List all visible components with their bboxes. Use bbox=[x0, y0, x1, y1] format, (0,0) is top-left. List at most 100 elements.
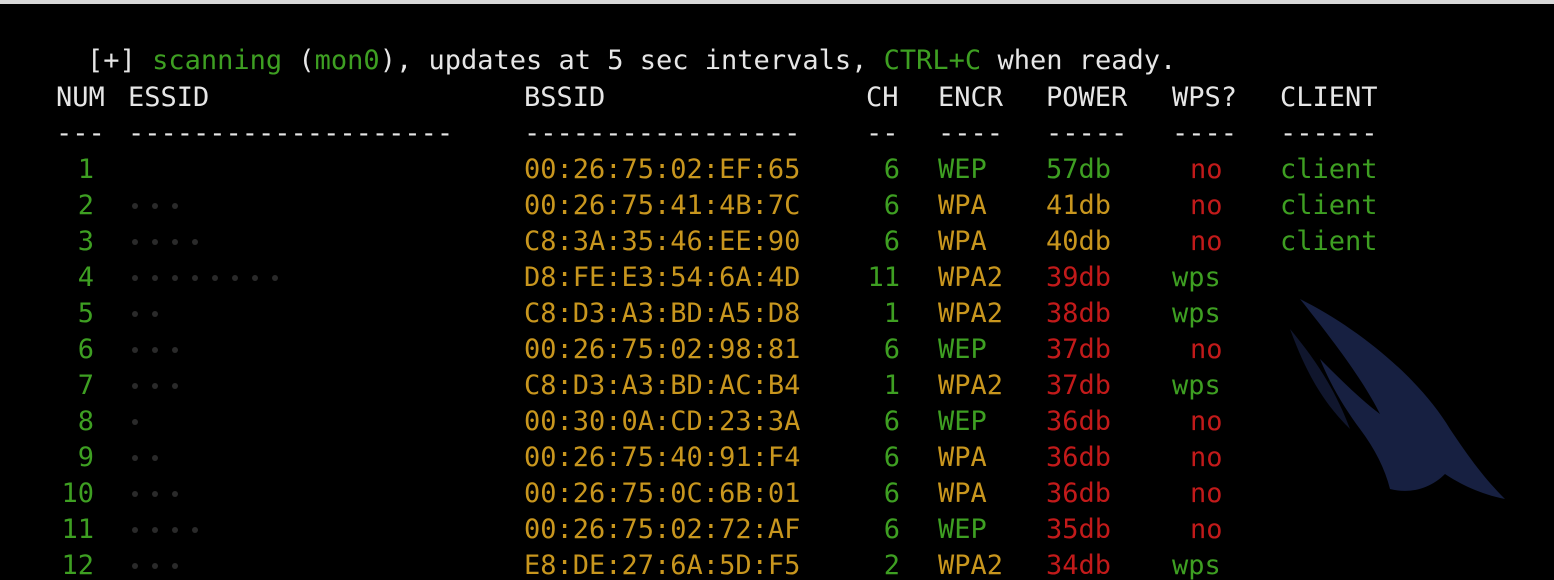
table-row: 12 E8:DE:27:6A:5D:F5 2 WPA2 34db wps bbox=[0, 548, 1554, 580]
row-power: 41db bbox=[1046, 190, 1112, 221]
row-channel: 1 bbox=[883, 370, 900, 401]
row-wps: no bbox=[1190, 226, 1223, 257]
table-row: 11 00:26:75:02:72:AF 6 WEP 35db no bbox=[0, 512, 1554, 548]
row-encryption: WPA bbox=[938, 190, 987, 221]
essid-redacted bbox=[132, 188, 178, 224]
header-num: NUM bbox=[56, 82, 105, 113]
separator-wps: ---- bbox=[1172, 118, 1238, 149]
table-row: 3 C8:3A:35:46:EE:90 6 WPA 40db no client bbox=[0, 224, 1554, 260]
row-encryption: WPA bbox=[938, 478, 987, 509]
header-power: POWER bbox=[1046, 82, 1128, 113]
row-client: client bbox=[1280, 154, 1378, 185]
header-client: CLIENT bbox=[1280, 82, 1378, 113]
row-channel: 6 bbox=[883, 226, 900, 257]
row-channel: 6 bbox=[883, 406, 900, 437]
status-mid: ), updates at 5 sec intervals, bbox=[379, 45, 868, 76]
row-num: 3 bbox=[77, 226, 94, 257]
row-channel: 6 bbox=[883, 154, 900, 185]
row-encryption: WPA bbox=[938, 226, 987, 257]
row-bssid: 00:26:75:41:4B:7C bbox=[524, 190, 801, 221]
table-row: 4 D8:FE:E3:54:6A:4D 11 WPA2 39db wps bbox=[0, 260, 1554, 296]
table-separator: --- -------------------- ---------------… bbox=[0, 116, 1554, 152]
row-encryption: WEP bbox=[938, 154, 987, 185]
row-power: 34db bbox=[1046, 550, 1112, 580]
row-wps: no bbox=[1190, 334, 1223, 365]
row-power: 38db bbox=[1046, 298, 1112, 329]
row-num: 5 bbox=[77, 298, 94, 329]
table-row: 6 00:26:75:02:98:81 6 WEP 37db no bbox=[0, 332, 1554, 368]
row-wps: no bbox=[1190, 190, 1223, 221]
table-row: 8 00:30:0A:CD:23:3A 6 WEP 36db no bbox=[0, 404, 1554, 440]
essid-redacted bbox=[132, 260, 278, 296]
row-power: 37db bbox=[1046, 334, 1112, 365]
header-ch: CH bbox=[866, 82, 899, 113]
essid-redacted bbox=[132, 548, 178, 580]
row-num: 1 bbox=[77, 154, 94, 185]
row-wps: wps bbox=[1172, 370, 1221, 401]
row-bssid: 00:26:75:0C:6B:01 bbox=[524, 478, 801, 509]
row-bssid: 00:26:75:02:72:AF bbox=[524, 514, 801, 545]
essid-redacted bbox=[132, 296, 158, 332]
essid-redacted bbox=[132, 440, 158, 476]
row-channel: 6 bbox=[883, 514, 900, 545]
row-power: 36db bbox=[1046, 406, 1112, 437]
row-num: 12 bbox=[61, 550, 94, 580]
row-power: 36db bbox=[1046, 442, 1112, 473]
row-channel: 6 bbox=[883, 334, 900, 365]
row-bssid: C8:D3:A3:BD:AC:B4 bbox=[524, 370, 801, 401]
row-channel: 11 bbox=[867, 262, 900, 293]
row-channel: 2 bbox=[883, 550, 900, 580]
row-encryption: WPA2 bbox=[938, 298, 1004, 329]
essid-redacted bbox=[132, 368, 178, 404]
table-row: 9 00:26:75:40:91:F4 6 WPA 36db no bbox=[0, 440, 1554, 476]
status-suffix: when ready. bbox=[997, 45, 1177, 76]
row-num: 11 bbox=[61, 514, 94, 545]
separator-bssid: ----------------- bbox=[524, 118, 801, 149]
row-channel: 1 bbox=[883, 298, 900, 329]
terminal-window[interactable]: [+] scanning (mon0), updates at 5 sec in… bbox=[0, 4, 1554, 580]
separator-num: --- bbox=[56, 118, 105, 149]
separator-encr: ---- bbox=[938, 118, 1004, 149]
separator-power: ----- bbox=[1046, 118, 1128, 149]
row-encryption: WPA bbox=[938, 442, 987, 473]
row-num: 10 bbox=[61, 478, 94, 509]
table-row: 2 00:26:75:41:4B:7C 6 WPA 41db no client bbox=[0, 188, 1554, 224]
row-power: 36db bbox=[1046, 478, 1112, 509]
row-bssid: D8:FE:E3:54:6A:4D bbox=[524, 262, 801, 293]
row-power: 35db bbox=[1046, 514, 1112, 545]
row-wps: no bbox=[1190, 478, 1223, 509]
status-iface-open: ( bbox=[298, 45, 315, 76]
header-wps: WPS? bbox=[1172, 82, 1238, 113]
row-wps: wps bbox=[1172, 298, 1221, 329]
essid-redacted bbox=[132, 224, 198, 260]
row-channel: 6 bbox=[883, 478, 900, 509]
row-client: client bbox=[1280, 226, 1378, 257]
row-num: 4 bbox=[77, 262, 94, 293]
header-encr: ENCR bbox=[938, 82, 1004, 113]
row-client: client bbox=[1280, 190, 1378, 221]
row-encryption: WPA2 bbox=[938, 370, 1004, 401]
row-bssid: 00:30:0A:CD:23:3A bbox=[524, 406, 801, 437]
status-scanning: scanning bbox=[152, 45, 283, 76]
row-wps: no bbox=[1190, 442, 1223, 473]
row-bssid: C8:D3:A3:BD:A5:D8 bbox=[524, 298, 801, 329]
essid-redacted bbox=[132, 404, 138, 440]
status-ctrl-c: CTRL+C bbox=[883, 45, 982, 76]
table-row: 5 C8:D3:A3:BD:A5:D8 1 WPA2 38db wps bbox=[0, 296, 1554, 332]
essid-redacted bbox=[132, 332, 178, 368]
row-encryption: WEP bbox=[938, 406, 987, 437]
status-line: [+] scanning (mon0), updates at 5 sec in… bbox=[22, 7, 1176, 76]
row-power: 39db bbox=[1046, 262, 1112, 293]
row-num: 6 bbox=[77, 334, 94, 365]
row-wps: wps bbox=[1172, 262, 1221, 293]
row-power: 37db bbox=[1046, 370, 1112, 401]
row-bssid: C8:3A:35:46:EE:90 bbox=[524, 226, 801, 257]
row-bssid: E8:DE:27:6A:5D:F5 bbox=[524, 550, 801, 580]
header-essid: ESSID bbox=[128, 82, 210, 113]
row-power: 57db bbox=[1046, 154, 1112, 185]
row-num: 9 bbox=[77, 442, 94, 473]
status-iface: mon0 bbox=[314, 45, 380, 76]
row-num: 7 bbox=[77, 370, 94, 401]
table-row: 7 C8:D3:A3:BD:AC:B4 1 WPA2 37db wps bbox=[0, 368, 1554, 404]
row-channel: 6 bbox=[883, 442, 900, 473]
